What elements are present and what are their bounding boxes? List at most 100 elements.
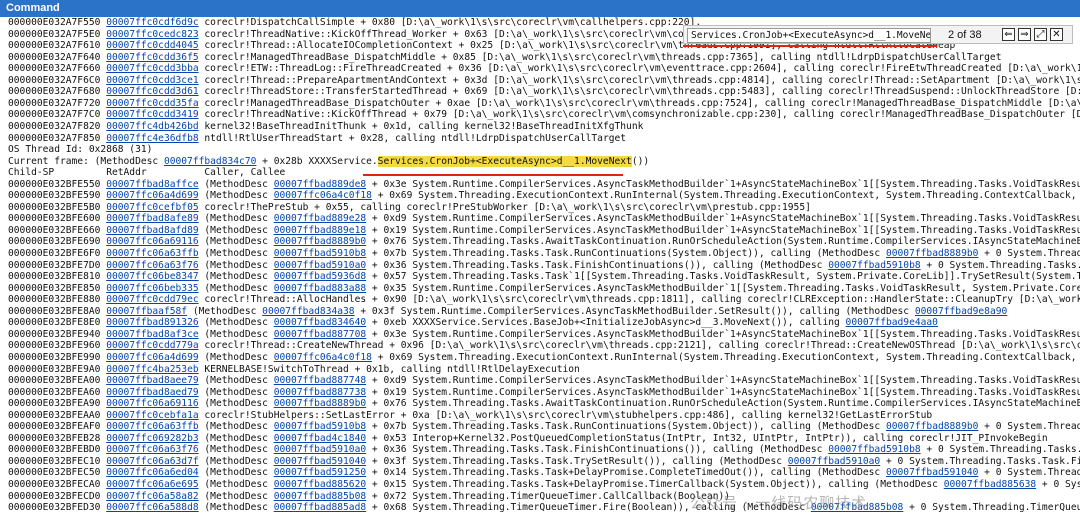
- address-link[interactable]: 00007ffbad883a88: [274, 283, 366, 294]
- output-line: 000000E032BFE940 00007ffbad8af3ce (Metho…: [8, 329, 1080, 341]
- address-link[interactable]: 00007ffbad8889b0: [274, 398, 366, 409]
- command-output[interactable]: 000000E032A7F550 00007ffc0cdf6d9c corecl…: [0, 17, 1080, 525]
- address-link[interactable]: 00007ffc06a6e695: [106, 479, 198, 490]
- output-text: + 0x3e System.Runtime.CompilerServices.A…: [366, 178, 1080, 190]
- output-line: 000000E032A7F720 00007ffc0cdd35fa corecl…: [8, 98, 1080, 110]
- address-link[interactable]: 00007ffbad5910a0: [788, 456, 880, 467]
- address-link[interactable]: 00007ffc0cedc823: [106, 29, 198, 40]
- output-text: ()): [631, 155, 650, 167]
- address-link[interactable]: 00007ffbad5910b8: [274, 421, 366, 432]
- address-link[interactable]: 00007ffc06a4d699: [106, 352, 198, 363]
- address-link[interactable]: 00007ffbad8af3ce: [106, 329, 198, 340]
- address-link[interactable]: 00007ffc0cebfa1a: [106, 410, 198, 421]
- address-link[interactable]: 00007ffbad834640: [274, 317, 366, 328]
- address-link[interactable]: 00007ffc06beb335: [106, 283, 198, 294]
- address-link[interactable]: 00007ffbad4c1840: [274, 433, 366, 444]
- address-link[interactable]: 00007ffbad834c70: [164, 156, 256, 167]
- address-link[interactable]: 00007ffbad8889b0: [274, 236, 366, 247]
- address-link[interactable]: 00007ffc06a4d699: [106, 190, 198, 201]
- address-link[interactable]: 00007ffbad885b08: [274, 491, 366, 502]
- address-link[interactable]: 00007ffbad889e18: [274, 225, 366, 236]
- output-text: 000000E032A7F6C0: [8, 74, 107, 86]
- output-text: + 0 System.Threading.Tasks.Task.R: [926, 259, 1080, 271]
- output-text: + 0xd9 System.Runtime.CompilerServices.A…: [366, 213, 1080, 225]
- address-link[interactable]: 00007ffc0cdd4045: [106, 40, 198, 51]
- address-link[interactable]: 00007ffbad9e8a90: [915, 306, 1007, 317]
- address-link[interactable]: 00007ffc4db426bd: [106, 121, 198, 132]
- address-link[interactable]: 00007ffbad885ad8: [274, 502, 366, 513]
- address-link[interactable]: 00007ffbad887748: [274, 375, 366, 386]
- search-highlight: Services.CronJob+<ExecuteAsync>d__1.Move…: [377, 155, 632, 167]
- address-link[interactable]: 00007ffbad8afe89: [106, 213, 198, 224]
- address-link[interactable]: 00007ffc069282b3: [106, 433, 198, 444]
- address-link[interactable]: 00007ffc0cdd779a: [106, 340, 198, 351]
- address-link[interactable]: 00007ffc06a4c0f18: [274, 190, 372, 201]
- find-prev-button[interactable]: ⇐: [1002, 28, 1015, 41]
- address-link[interactable]: 00007ffbad5910b8: [828, 260, 920, 271]
- address-link[interactable]: 00007ffc06a63f76: [106, 444, 198, 455]
- address-link[interactable]: 00007ffbad5910a0: [274, 444, 366, 455]
- address-link[interactable]: 00007ffbad889de8: [274, 179, 366, 190]
- address-link[interactable]: 00007ffc06a69116: [106, 398, 198, 409]
- output-text: 000000E032A7F7C0: [8, 109, 107, 121]
- output-text: + 0x76 System.Threading.Tasks.AwaitTaskC…: [366, 398, 1080, 410]
- address-link[interactable]: 00007ffbad889e28: [274, 213, 366, 224]
- output-text: 000000E032BFE810: [8, 271, 107, 283]
- address-link[interactable]: 00007ffc06a63d7f: [106, 456, 198, 467]
- address-link[interactable]: 00007ffbad5936d8: [274, 271, 366, 282]
- address-link[interactable]: 00007ffc0cdd3d61: [106, 86, 198, 97]
- address-link[interactable]: 00007ffc06a58a82: [106, 491, 198, 502]
- address-link[interactable]: 00007ffbad891326: [106, 317, 198, 328]
- address-link[interactable]: 00007ffc06a4c0f18: [274, 352, 372, 363]
- address-link[interactable]: 00007ffbad885638: [944, 479, 1036, 490]
- address-link[interactable]: 00007ffc06be8347: [106, 271, 198, 282]
- address-link[interactable]: 00007ffc0cdd36f5: [106, 52, 198, 63]
- output-text: 000000E032BFED30: [8, 502, 107, 514]
- address-link[interactable]: 00007ffbaaf58f: [106, 306, 187, 317]
- address-link[interactable]: 00007ffbad834a38: [262, 306, 354, 317]
- address-link[interactable]: 00007ffbad9e4aa0: [846, 317, 938, 328]
- address-link[interactable]: 00007ffbad8affce: [106, 179, 198, 190]
- output-text: 000000E032A7F850: [8, 132, 107, 144]
- address-link[interactable]: 00007ffbad887708: [274, 329, 366, 340]
- address-link[interactable]: 00007ffc06a63ffb: [106, 248, 198, 259]
- address-link[interactable]: 00007ffc0cdd35fa: [106, 98, 198, 109]
- address-link[interactable]: 00007ffc06a6ed04: [106, 467, 198, 478]
- address-link[interactable]: 00007ffbad8afd89: [106, 225, 198, 236]
- address-link[interactable]: 00007ffc0cdf6d9c: [106, 17, 198, 28]
- address-link[interactable]: 00007ffc0cdd3419: [106, 109, 198, 120]
- address-link[interactable]: 00007ffbad8889b0: [886, 421, 978, 432]
- output-text: 000000E032BFE590: [8, 190, 107, 202]
- output-line: 000000E032BFE8A0 00007ffbaaf58f (MethodD…: [8, 306, 1007, 318]
- address-link[interactable]: 00007ffbad591040: [274, 456, 366, 467]
- address-link[interactable]: 00007ffc06a63ffb: [106, 421, 198, 432]
- address-link[interactable]: 00007ffbad5910b8: [274, 248, 366, 259]
- address-link[interactable]: 00007ffc4e36dfb8: [106, 133, 198, 144]
- address-link[interactable]: 00007ffbad8889b0: [886, 248, 978, 259]
- address-link[interactable]: 00007ffc06a588d8: [106, 502, 198, 513]
- address-link[interactable]: 00007ffc4ba253eb: [106, 364, 198, 375]
- output-line: 000000E032BFED30 00007ffc06a588d8 (Metho…: [8, 502, 1080, 514]
- find-close-button[interactable]: ✕: [1050, 28, 1063, 41]
- address-link[interactable]: 00007ffc0cefbf05: [106, 202, 198, 213]
- address-link[interactable]: 00007ffbad591250: [274, 467, 366, 478]
- address-link[interactable]: 00007ffc06a63f76: [106, 260, 198, 271]
- address-link[interactable]: 00007ffbad5910b8: [828, 444, 920, 455]
- address-link[interactable]: 00007ffc0cdd3bba: [106, 63, 198, 74]
- output-text: + 0xeb XXXXService.Services.BaseJob+<Ini…: [366, 317, 846, 329]
- address-link[interactable]: 00007ffc0cdd79ec: [106, 294, 198, 305]
- address-link[interactable]: 00007ffbad887738: [274, 387, 366, 398]
- window-title: Command: [6, 2, 60, 14]
- find-next-button[interactable]: ⇒: [1018, 28, 1031, 41]
- find-input[interactable]: Services.CronJob+<ExecuteAsync>d__1.Move…: [687, 28, 931, 43]
- address-link[interactable]: 00007ffbad885620: [274, 479, 366, 490]
- address-link[interactable]: 00007ffc0cdd3ce1: [106, 75, 198, 86]
- output-text: + 0x36 System.Threading.Tasks.Task.Finis…: [366, 259, 829, 271]
- address-link[interactable]: 00007ffbad591040: [886, 467, 978, 478]
- address-link[interactable]: 00007ffbad8aee79: [106, 375, 198, 386]
- address-link[interactable]: 00007ffc06a69116: [106, 236, 198, 247]
- find-expand-button[interactable]: ⤢: [1034, 28, 1047, 41]
- output-text: 000000E032BFE940: [8, 328, 107, 340]
- address-link[interactable]: 00007ffbad8aed79: [106, 387, 198, 398]
- address-link[interactable]: 00007ffbad5910a0: [274, 260, 366, 271]
